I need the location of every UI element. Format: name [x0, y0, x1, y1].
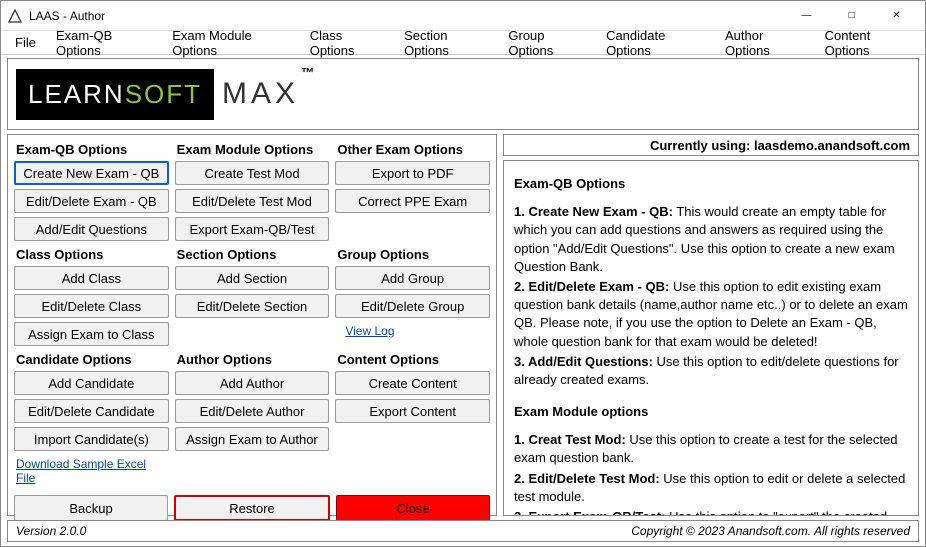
menu-exam-module-options[interactable]: Exam Module Options	[162, 25, 300, 61]
backup-button[interactable]: Backup	[14, 495, 168, 521]
menu-file[interactable]: File	[5, 32, 46, 53]
help-item-4-title: 1. Creat Test Mod:	[514, 432, 626, 447]
download-sample-excel-link[interactable]: Download Sample Excel File	[14, 453, 169, 489]
add-author-button[interactable]: Add Author	[175, 371, 330, 395]
group-title: Group Options	[337, 247, 490, 262]
edit-delete-author-button[interactable]: Edit/Delete Author	[175, 399, 330, 423]
help-item-3-title: 3. Add/Edit Questions:	[514, 354, 653, 369]
restore-button[interactable]: Restore	[174, 495, 330, 521]
create-content-button[interactable]: Create Content	[335, 371, 490, 395]
add-group-button[interactable]: Add Group	[335, 266, 490, 290]
exammod-title: Exam Module Options	[177, 142, 330, 157]
candidate-title: Candidate Options	[16, 352, 169, 367]
create-test-mod-button[interactable]: Create Test Mod	[175, 161, 330, 185]
edit-delete-class-button[interactable]: Edit/Delete Class	[14, 294, 169, 318]
other-title: Other Exam Options	[337, 142, 490, 157]
menubar: File Exam-QB Options Exam Module Options…	[1, 31, 925, 55]
edit-delete-test-mod-button[interactable]: Edit/Delete Test Mod	[175, 189, 330, 213]
assign-exam-to-class-button[interactable]: Assign Exam to Class	[14, 322, 169, 346]
app-icon	[7, 8, 23, 24]
help-box[interactable]: Exam-QB Options 1. Create New Exam - QB:…	[503, 160, 919, 516]
help-item-2-title: 2. Edit/Delete Exam - QB:	[514, 279, 669, 294]
menu-exam-qb-options[interactable]: Exam-QB Options	[46, 25, 162, 61]
edit-delete-candidate-button[interactable]: Edit/Delete Candidate	[14, 399, 169, 423]
menu-section-options[interactable]: Section Options	[394, 25, 498, 61]
help-heading-exammod: Exam Module options	[514, 403, 908, 421]
app-window: LAAS - Author — □ ✕ File Exam-QB Options…	[0, 0, 926, 547]
add-candidate-button[interactable]: Add Candidate	[14, 371, 169, 395]
add-class-button[interactable]: Add Class	[14, 266, 169, 290]
examqb-title: Exam-QB Options	[16, 142, 169, 157]
content-row: Exam-QB Options Create New Exam - QB Edi…	[7, 134, 919, 516]
bottom-row: Backup Restore Close	[14, 489, 490, 523]
view-log-link[interactable]: View Log	[343, 320, 490, 342]
help-item-5-title: 2. Edit/Delete Test Mod:	[514, 471, 660, 486]
menu-author-options[interactable]: Author Options	[715, 25, 815, 61]
logo-max: MAX	[222, 77, 299, 111]
menu-content-options[interactable]: Content Options	[815, 25, 921, 61]
edit-delete-group-button[interactable]: Edit/Delete Group	[335, 294, 490, 318]
copyright-label: Copyright © 2023 Anandsoft.com. All righ…	[631, 524, 910, 538]
menu-group-options[interactable]: Group Options	[498, 25, 596, 61]
edit-delete-exam-qb-button[interactable]: Edit/Delete Exam - QB	[14, 189, 169, 213]
menu-class-options[interactable]: Class Options	[300, 25, 394, 61]
help-item-6-title: 3. Export Exam-QB/Test:	[514, 509, 665, 516]
window-title: LAAS - Author	[29, 9, 105, 23]
edit-delete-section-button[interactable]: Edit/Delete Section	[175, 294, 330, 318]
correct-ppe-exam-button[interactable]: Correct PPE Exam	[335, 189, 490, 213]
logo-area: LEARNSOFT MAX ™	[7, 58, 919, 130]
left-panel: Exam-QB Options Create New Exam - QB Edi…	[7, 134, 497, 516]
class-title: Class Options	[16, 247, 169, 262]
currently-using-label: Currently using: laasdemo.anandsoft.com	[503, 134, 919, 156]
version-label: Version 2.0.0	[16, 524, 86, 538]
import-candidates-button[interactable]: Import Candidate(s)	[14, 427, 169, 451]
create-new-exam-qb-button[interactable]: Create New Exam - QB	[14, 161, 169, 185]
statusbar: Version 2.0.0 Copyright © 2023 Anandsoft…	[7, 520, 919, 542]
export-exam-qb-test-button[interactable]: Export Exam-QB/Test	[175, 217, 330, 241]
content-title: Content Options	[337, 352, 490, 367]
export-to-pdf-button[interactable]: Export to PDF	[335, 161, 490, 185]
menu-candidate-options[interactable]: Candidate Options	[596, 25, 715, 61]
right-panel: Currently using: laasdemo.anandsoft.com …	[503, 134, 919, 516]
logo-learn-text: LEARN	[28, 79, 125, 109]
add-section-button[interactable]: Add Section	[175, 266, 330, 290]
author-title: Author Options	[177, 352, 330, 367]
add-edit-questions-button[interactable]: Add/Edit Questions	[14, 217, 169, 241]
assign-exam-to-author-button[interactable]: Assign Exam to Author	[175, 427, 330, 451]
help-heading-examqb: Exam-QB Options	[514, 175, 908, 193]
logo-soft-text: SOFT	[125, 79, 202, 109]
close-button[interactable]: Close	[336, 495, 490, 521]
export-content-button[interactable]: Export Content	[335, 399, 490, 423]
section-title: Section Options	[177, 247, 330, 262]
help-item-6-body: Use this option to "export" the created	[665, 509, 887, 516]
help-item-1-title: 1. Create New Exam - QB:	[514, 204, 673, 219]
logo-learnsoft: LEARNSOFT	[16, 69, 214, 120]
logo-tm: ™	[301, 65, 314, 80]
